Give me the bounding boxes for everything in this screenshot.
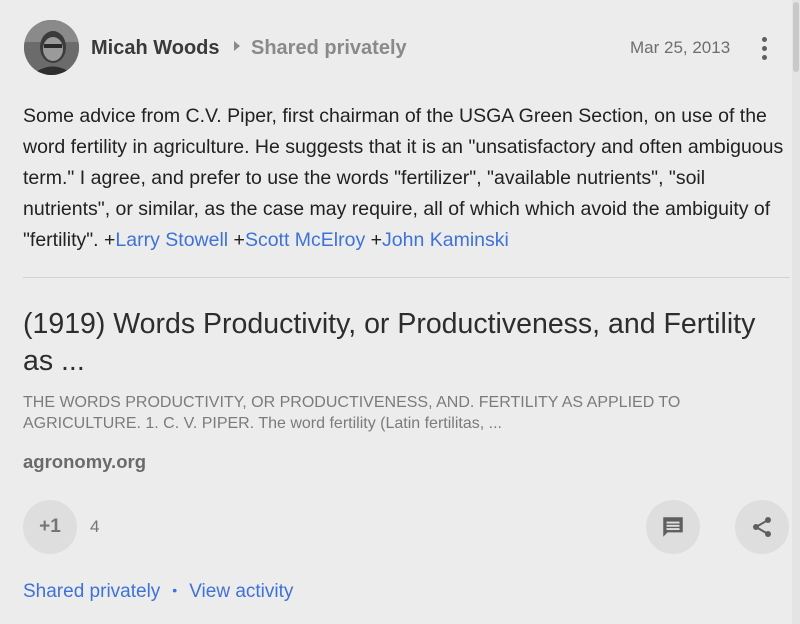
- link-snippet: THE WORDS PRODUCTIVITY, OR PRODUCTIVENES…: [23, 394, 681, 432]
- link-title[interactable]: (1919) Words Productivity, or Productive…: [23, 306, 763, 380]
- caret-right-icon: [234, 41, 240, 51]
- plus-sign: +: [365, 229, 383, 251]
- shared-privately-link[interactable]: Shared privately: [23, 581, 160, 602]
- plus-one-count: 4: [90, 517, 100, 536]
- visibility-label: Shared privately: [251, 37, 407, 59]
- mention-larry-stowell[interactable]: Larry Stowell: [115, 229, 228, 251]
- post-header: Micah Woods Shared privately Mar 25, 201…: [24, 20, 784, 76]
- post-body: Some advice from C.V. Piper, first chair…: [23, 101, 785, 256]
- scrollbar-thumb[interactable]: [793, 2, 799, 72]
- link-domain[interactable]: agronomy.org: [23, 451, 146, 473]
- more-dot: [761, 36, 767, 42]
- post-date[interactable]: Mar 25, 2013: [630, 38, 730, 58]
- scrollbar[interactable]: [792, 0, 800, 624]
- mention-scott-mcelroy[interactable]: Scott McElroy: [245, 229, 365, 251]
- comment-button[interactable]: [646, 500, 700, 554]
- separator-dot: •: [172, 582, 178, 598]
- share-button[interactable]: [735, 500, 789, 554]
- plus-one-label: +1: [39, 516, 61, 537]
- plus-sign: +: [104, 229, 116, 251]
- share-icon: [753, 517, 771, 537]
- author-name[interactable]: Micah Woods: [91, 37, 220, 60]
- plus-one-button[interactable]: +1: [23, 500, 77, 554]
- more-dot: [761, 45, 767, 51]
- divider: [23, 277, 790, 278]
- post-footer: Shared privately • View activity: [23, 581, 293, 603]
- more-dot: [761, 54, 767, 60]
- mention-john-kaminski[interactable]: John Kaminski: [382, 229, 509, 251]
- comment-icon: [663, 517, 683, 537]
- more-vertical-icon[interactable]: [752, 32, 776, 64]
- avatar-photo-icon: [24, 20, 79, 75]
- avatar[interactable]: [24, 20, 79, 75]
- view-activity-link[interactable]: View activity: [189, 581, 293, 602]
- plus-sign: +: [228, 229, 245, 251]
